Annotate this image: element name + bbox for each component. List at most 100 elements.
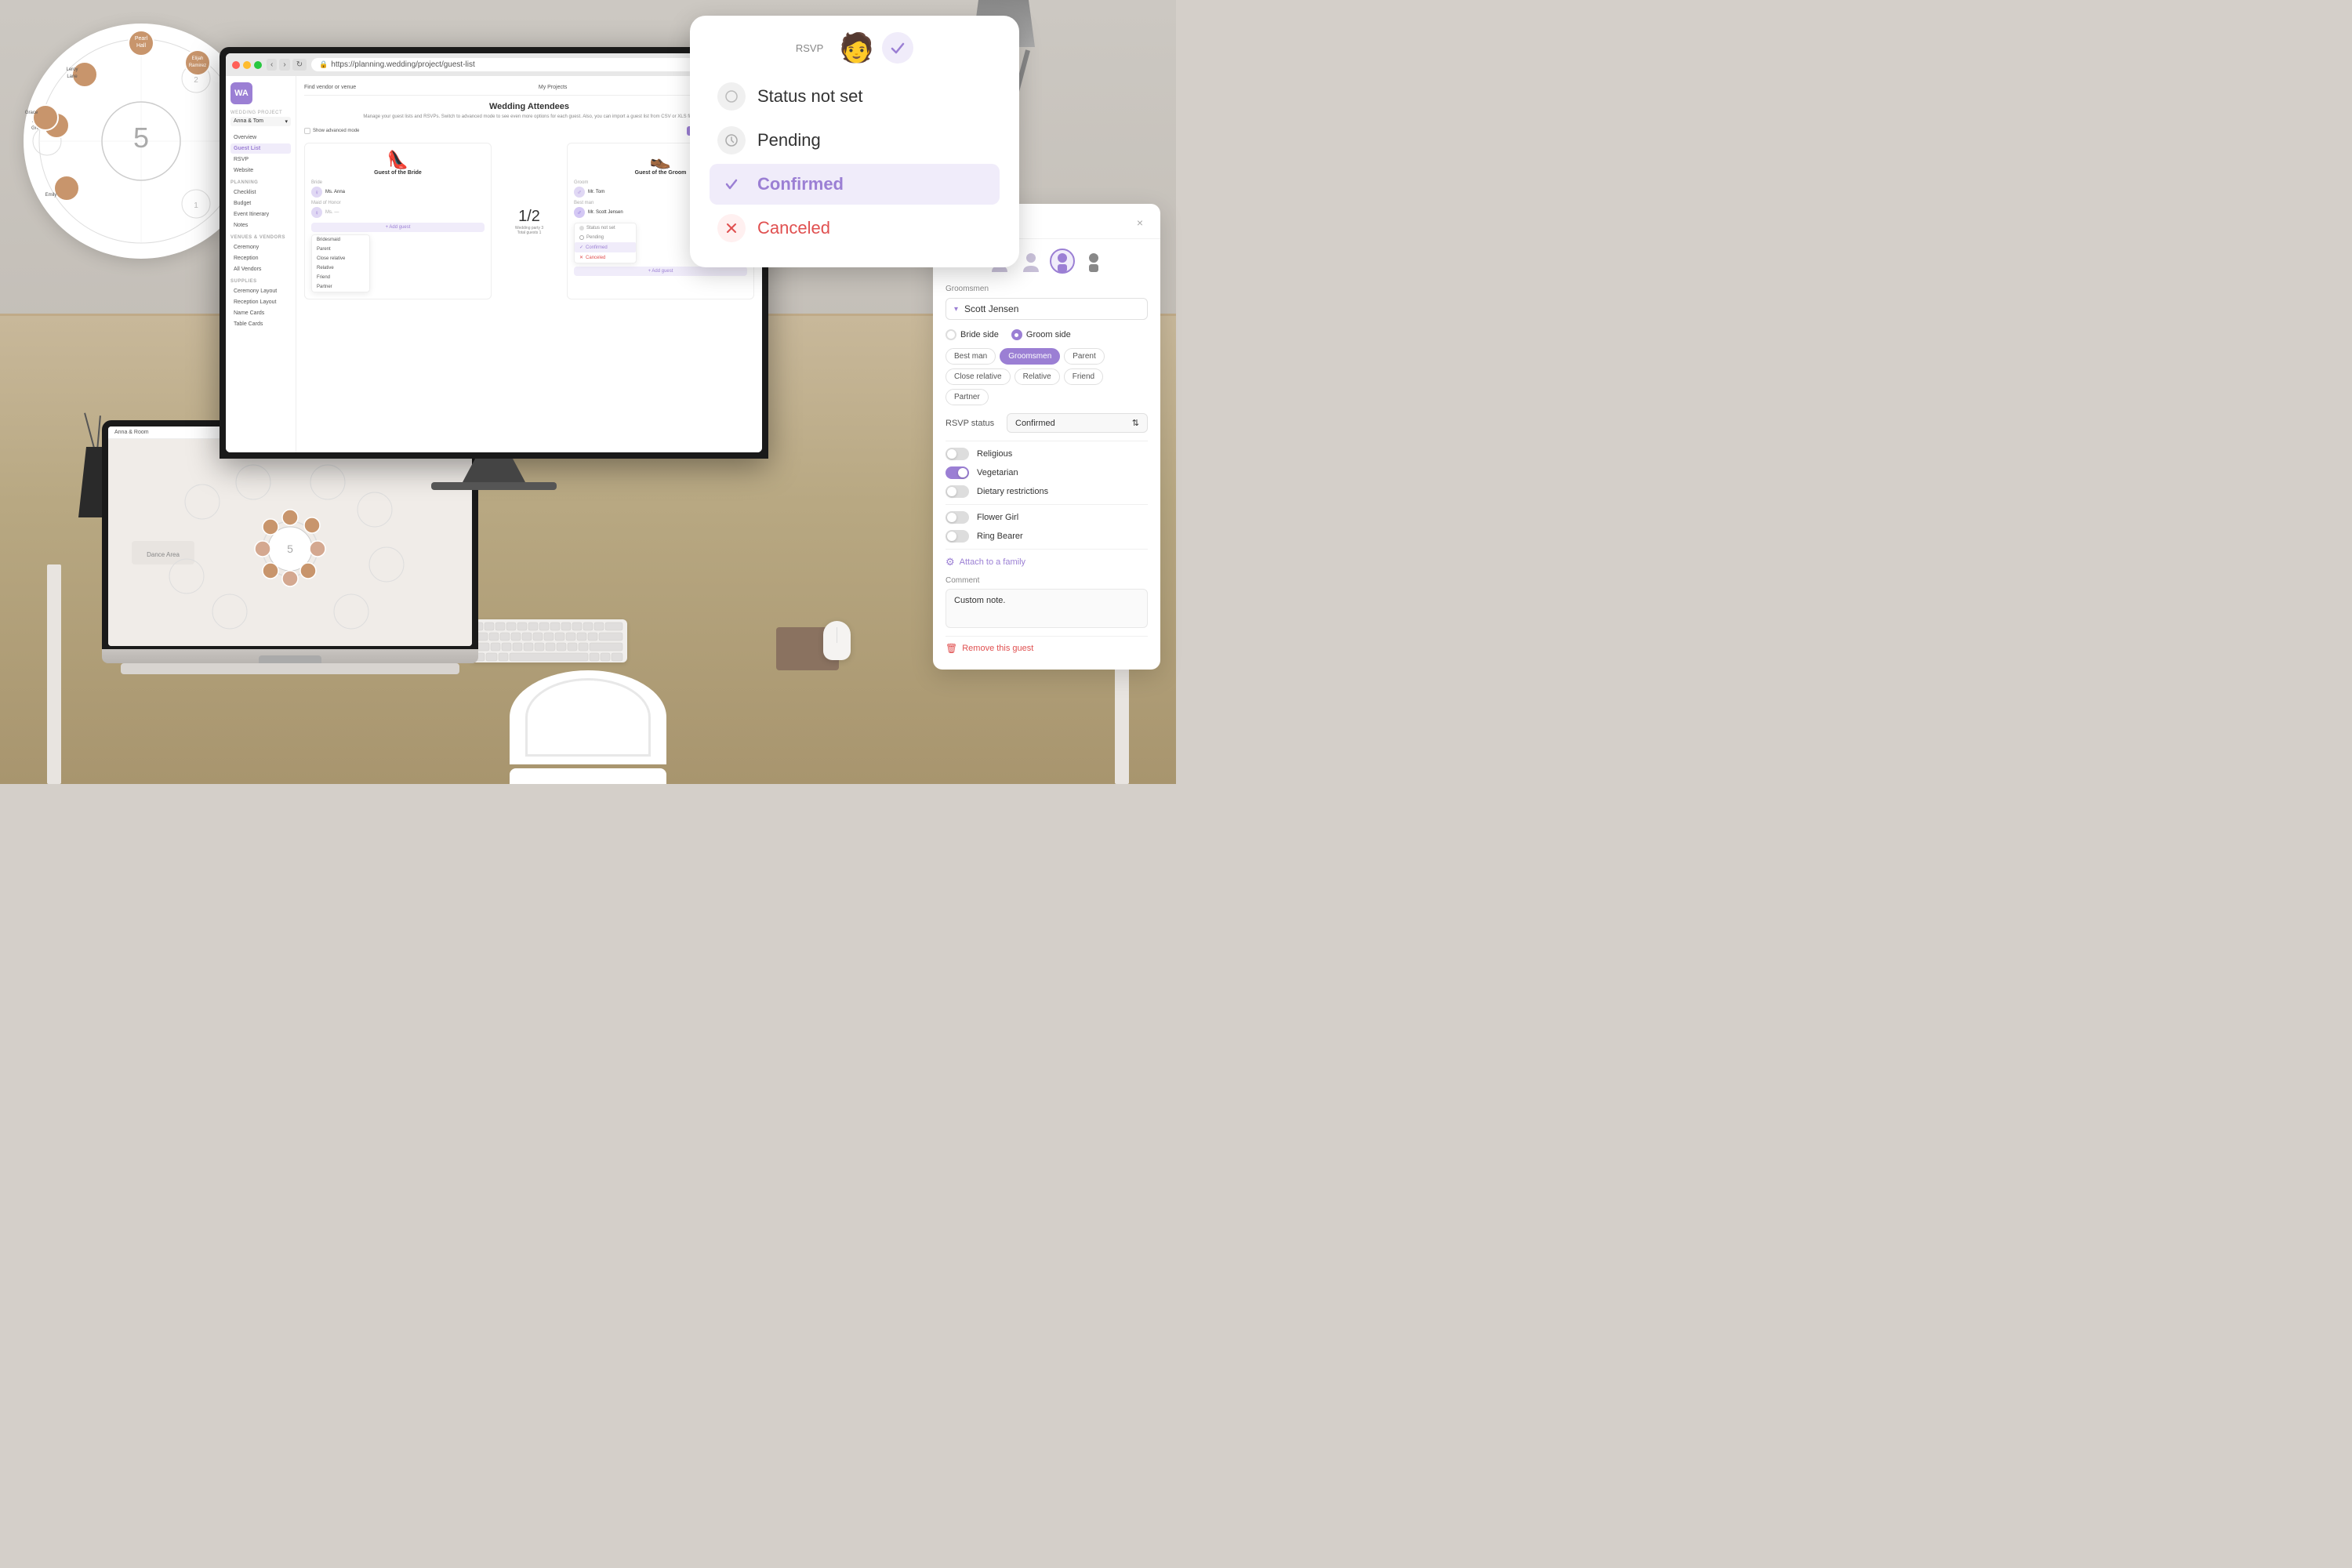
vegetarian-toggle[interactable] xyxy=(946,466,969,479)
app-content: WA WEDDING PROJECT Anna & Tom ▾ Overview… xyxy=(226,76,762,452)
svg-text:1: 1 xyxy=(194,201,198,210)
groom-side-option[interactable]: Groom side xyxy=(1011,329,1071,340)
monitor-stand xyxy=(463,459,525,482)
venues-section-title: VENUES & VENDORS xyxy=(230,235,291,240)
tag-groomsmen[interactable]: Groomsmen xyxy=(1000,348,1060,365)
flower-girl-toggle[interactable] xyxy=(946,511,969,524)
project-select[interactable]: Anna & Tom ▾ xyxy=(230,117,291,126)
sidebar-item-guest-list[interactable]: Guest List xyxy=(230,143,291,154)
app-logo: WA xyxy=(230,82,252,104)
groom-title: Guest of the Groom xyxy=(635,170,687,176)
dietary-toggle[interactable] xyxy=(946,485,969,498)
sidebar-item-table-cards[interactable]: Table Cards xyxy=(230,319,291,329)
maximize-button[interactable] xyxy=(254,61,262,69)
sidebar-item-name-cards[interactable]: Name Cards xyxy=(230,308,291,318)
sidebar-item-overview[interactable]: Overview xyxy=(230,132,291,143)
sidebar-item-reception-layout[interactable]: Reception Layout xyxy=(230,297,291,307)
forward-button[interactable]: › xyxy=(279,59,289,71)
refresh-button[interactable]: ↻ xyxy=(292,59,307,71)
address-bar[interactable]: 🔒 https://planning.wedding/project/guest… xyxy=(311,58,756,71)
role-bridesmaid[interactable]: Bridesmaid xyxy=(312,235,369,245)
sidebar-item-all-vendors[interactable]: All Vendors xyxy=(230,264,291,274)
role-close-relative[interactable]: Close relative xyxy=(312,254,369,263)
bride-icon: 👠 xyxy=(387,150,408,170)
role-friend[interactable]: Friend xyxy=(312,273,369,282)
close-button[interactable] xyxy=(232,61,240,69)
ring-bearer-toggle[interactable] xyxy=(946,530,969,543)
groom-side-radio[interactable] xyxy=(1011,329,1022,340)
panel-close-btn[interactable]: × xyxy=(1132,215,1148,230)
rsvp-confirmed[interactable]: ✓Confirmed xyxy=(575,242,636,252)
keyboard-keys xyxy=(470,619,627,662)
sidebar-item-notes[interactable]: Notes xyxy=(230,220,291,230)
bride-side-label: Bride side xyxy=(960,330,999,339)
role-relative[interactable]: Relative xyxy=(312,263,369,273)
rsvp-option-not-set[interactable]: Status not set xyxy=(710,76,1000,117)
tag-parent[interactable]: Parent xyxy=(1064,348,1104,365)
sidebar-item-checklist[interactable]: Checklist xyxy=(230,187,291,198)
tag-friend[interactable]: Friend xyxy=(1064,368,1103,385)
add-guest-bride-btn[interactable]: + Add guest xyxy=(311,223,485,232)
role-dropdown: Bridesmaid Parent Close relative Relativ… xyxy=(311,234,370,292)
remove-guest-btn[interactable]: 🗑 Remove this guest xyxy=(946,636,1148,660)
role-partner[interactable]: Partner xyxy=(312,282,369,292)
tag-partner[interactable]: Partner xyxy=(946,389,989,405)
planning-section-title: PLANNING xyxy=(230,180,291,185)
religious-toggle-knob xyxy=(947,449,956,459)
tag-close-relative[interactable]: Close relative xyxy=(946,368,1011,385)
sidebar-section-main: Overview Guest List RSVP Website xyxy=(230,132,291,176)
show-advanced-checkbox[interactable] xyxy=(304,128,310,134)
avatar-male-2 xyxy=(1081,249,1106,274)
divider-2 xyxy=(946,504,1148,505)
bride-side-option[interactable]: Bride side xyxy=(946,329,999,340)
sidebar-item-reception[interactable]: Reception xyxy=(230,253,291,263)
rsvp-canceled[interactable]: ✕Canceled xyxy=(575,252,636,263)
rsvp-option-confirmed[interactable]: Confirmed xyxy=(710,164,1000,205)
sidebar-item-ceremony-layout[interactable]: Ceremony Layout xyxy=(230,286,291,296)
tag-relative[interactable]: Relative xyxy=(1014,368,1060,385)
minimize-button[interactable] xyxy=(243,61,251,69)
app-toolbar: Show advanced mode Tab side Alphabetic xyxy=(304,125,754,136)
person-icon: 🧑 xyxy=(839,31,874,64)
sidebar-item-event-itinerary[interactable]: Event Itinerary xyxy=(230,209,291,220)
app-top-nav: Find vendor or venue My Projects ⊕ xyxy=(304,84,754,96)
attach-family-link[interactable]: ⚙ Attach to a family xyxy=(946,556,1148,568)
flower-girl-knob xyxy=(947,513,956,522)
panel-body: Groomsmen ▾ Scott Jensen Bride side Groo… xyxy=(933,239,1160,670)
tag-best-man[interactable]: Best man xyxy=(946,348,996,365)
religious-toggle[interactable] xyxy=(946,448,969,460)
role-parent[interactable]: Parent xyxy=(312,245,369,254)
svg-text:Hall: Hall xyxy=(136,43,147,49)
rsvp-option-pending[interactable]: Pending xyxy=(710,120,1000,161)
vegetarian-toggle-row: Vegetarian xyxy=(946,466,1148,479)
sidebar-item-ceremony[interactable]: Ceremony xyxy=(230,242,291,252)
rsvp-header-label: RSVP xyxy=(796,42,823,54)
sidebar-section-venues: VENUES & VENDORS Ceremony Reception All … xyxy=(230,235,291,274)
sidebar-item-rsvp[interactable]: RSVP xyxy=(230,154,291,165)
ring-bearer-label: Ring Bearer xyxy=(977,532,1023,541)
svg-text:Dance Area: Dance Area xyxy=(147,551,180,558)
nav-link-vendor[interactable]: Find vendor or venue xyxy=(304,85,356,90)
divider-3 xyxy=(946,549,1148,550)
sidebar-item-website[interactable]: Website xyxy=(230,165,291,176)
confirmed-label: Confirmed xyxy=(757,174,844,194)
rsvp-status-select[interactable]: Confirmed ⇅ xyxy=(1007,413,1148,433)
moh-avatar: ♀ xyxy=(311,207,322,218)
supplies-section-title: SUPPLIES xyxy=(230,279,291,284)
add-guest-groom-btn[interactable]: + Add guest xyxy=(574,267,747,276)
comment-textarea[interactable]: Custom note. xyxy=(946,589,1148,628)
rsvp-status-not-set[interactable]: Status not set xyxy=(575,223,636,233)
nav-link-projects[interactable]: My Projects xyxy=(539,85,568,90)
groom-value: Mr. Tom xyxy=(588,190,604,194)
rsvp-pending[interactable]: Pending xyxy=(575,233,636,242)
rsvp-small-dropdown: Status not set Pending ✓Confirmed ✕Cance… xyxy=(574,223,637,263)
mouse xyxy=(823,621,851,660)
sidebar-item-budget[interactable]: Budget xyxy=(230,198,291,209)
project-name: Anna & Tom xyxy=(234,118,263,125)
bride-side-radio[interactable] xyxy=(946,329,956,340)
rsvp-option-canceled[interactable]: Canceled xyxy=(710,208,1000,249)
back-button[interactable]: ‹ xyxy=(267,59,277,71)
best-man-value: Mr. Scott Jensen xyxy=(588,210,623,215)
rsvp-popup-header: RSVP 🧑 xyxy=(710,31,1000,64)
guest-name-dropdown[interactable]: ▾ Scott Jensen xyxy=(946,298,1148,320)
